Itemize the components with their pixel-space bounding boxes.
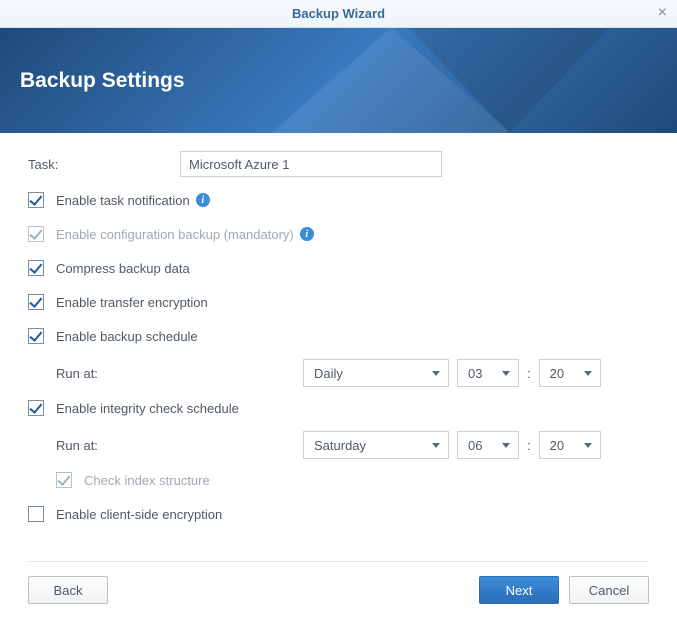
config-backup-row: Enable configuration backup (mandatory) … [28, 223, 649, 245]
page-title: Backup Settings [20, 69, 185, 93]
schedule-checkbox[interactable] [28, 328, 44, 344]
integrity-minute-value: 20 [550, 438, 564, 453]
notification-label: Enable task notification [56, 193, 190, 208]
titlebar: Backup Wizard × [0, 0, 677, 28]
client-encryption-row: Enable client-side encryption [28, 503, 649, 525]
schedule-frequency-value: Daily [314, 366, 343, 381]
task-row: Task: [28, 151, 649, 177]
back-button[interactable]: Back [28, 576, 108, 604]
time-separator: : [527, 438, 531, 453]
footer-right: Next Cancel [479, 576, 649, 604]
integrity-runat-row: Run at: Saturday 06 : 20 [28, 431, 649, 459]
schedule-minute-value: 20 [550, 366, 564, 381]
client-encryption-label: Enable client-side encryption [56, 507, 222, 522]
info-icon[interactable]: i [300, 227, 314, 241]
next-button[interactable]: Next [479, 576, 559, 604]
task-input[interactable] [180, 151, 442, 177]
integrity-hour-value: 06 [468, 438, 482, 453]
check-index-row: Check index structure [28, 469, 649, 491]
task-label: Task: [28, 157, 180, 172]
info-icon[interactable]: i [196, 193, 210, 207]
compress-label: Compress backup data [56, 261, 190, 276]
form-content: Task: Enable task notification i Enable … [0, 133, 677, 547]
schedule-runat-row: Run at: Daily 03 : 20 [28, 359, 649, 387]
encryption-checkbox[interactable] [28, 294, 44, 310]
integrity-row: Enable integrity check schedule [28, 397, 649, 419]
window-title: Backup Wizard [292, 6, 385, 21]
integrity-checkbox[interactable] [28, 400, 44, 416]
compress-row: Compress backup data [28, 257, 649, 279]
schedule-minute-select[interactable]: 20 [539, 359, 601, 387]
compress-checkbox[interactable] [28, 260, 44, 276]
schedule-hour-value: 03 [468, 366, 482, 381]
check-index-label: Check index structure [84, 473, 210, 488]
schedule-hour-select[interactable]: 03 [457, 359, 519, 387]
chevron-down-icon [502, 371, 510, 376]
notification-checkbox[interactable] [28, 192, 44, 208]
schedule-row: Enable backup schedule [28, 325, 649, 347]
client-encryption-checkbox[interactable] [28, 506, 44, 522]
integrity-frequency-value: Saturday [314, 438, 366, 453]
banner: Backup Settings [0, 28, 677, 133]
encryption-label: Enable transfer encryption [56, 295, 208, 310]
integrity-hour-select[interactable]: 06 [457, 431, 519, 459]
integrity-label: Enable integrity check schedule [56, 401, 239, 416]
schedule-frequency-select[interactable]: Daily [303, 359, 449, 387]
footer: Back Next Cancel [0, 562, 677, 618]
config-backup-label: Enable configuration backup (mandatory) [56, 227, 294, 242]
integrity-runat-label: Run at: [56, 438, 303, 453]
schedule-label: Enable backup schedule [56, 329, 198, 344]
chevron-down-icon [584, 443, 592, 448]
encryption-row: Enable transfer encryption [28, 291, 649, 313]
runat-label: Run at: [56, 366, 303, 381]
chevron-down-icon [584, 371, 592, 376]
chevron-down-icon [432, 443, 440, 448]
close-icon[interactable]: × [658, 4, 667, 22]
chevron-down-icon [502, 443, 510, 448]
cancel-button[interactable]: Cancel [569, 576, 649, 604]
time-separator: : [527, 366, 531, 381]
check-index-checkbox [56, 472, 72, 488]
notification-row: Enable task notification i [28, 189, 649, 211]
integrity-frequency-select[interactable]: Saturday [303, 431, 449, 459]
config-backup-checkbox [28, 226, 44, 242]
integrity-minute-select[interactable]: 20 [539, 431, 601, 459]
chevron-down-icon [432, 371, 440, 376]
